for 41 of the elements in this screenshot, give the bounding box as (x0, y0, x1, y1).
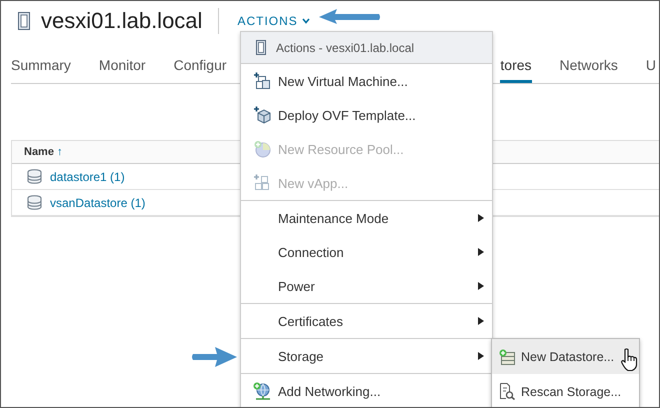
datastore-link[interactable]: datastore1 (1) (50, 170, 125, 184)
datastore-link[interactable]: vsanDatastore (1) (50, 196, 146, 210)
host-title: vesxi01.lab.local (41, 8, 202, 34)
submenu-arrow-icon (478, 248, 484, 256)
tab[interactable]: Networks (560, 41, 618, 83)
new-datastore-icon (499, 348, 515, 364)
network-globe-icon (253, 382, 271, 400)
new-vm-icon (253, 72, 271, 90)
tab[interactable]: U (646, 41, 656, 83)
submenu-arrow-icon (478, 214, 484, 222)
submenu-arrow-icon (478, 352, 484, 360)
submenu-item[interactable]: Power (241, 269, 492, 303)
submenu-item[interactable]: Maintenance Mode (241, 201, 492, 235)
submenu-arrow-icon (478, 317, 484, 325)
vapp-icon (253, 174, 271, 192)
submenu-arrow-icon (478, 282, 484, 290)
submenu-item[interactable]: Storage (241, 339, 492, 373)
menu-title: Actions - vesxi01.lab.local (276, 40, 414, 54)
tab[interactable]: Configur (174, 41, 227, 83)
submenu-option[interactable]: Rescan Storage... (492, 374, 639, 407)
rescan-icon (499, 383, 515, 400)
chevron-down-icon (302, 18, 310, 24)
tab[interactable]: Monitor (98, 41, 146, 83)
menu-item[interactable]: New Virtual Machine... (241, 64, 492, 98)
submenu-item[interactable]: Connection (241, 235, 492, 269)
submenu-item[interactable]: Certificates (241, 304, 492, 338)
arrow-icon (319, 8, 381, 24)
resource-pool-icon (253, 140, 271, 158)
cube-icon (253, 106, 271, 124)
submenu-option[interactable]: New Datastore... (492, 339, 639, 374)
tab[interactable]: Summary (11, 41, 71, 83)
actions-button[interactable]: ACTIONS (237, 14, 310, 28)
column-header[interactable]: Name ↑ (24, 146, 63, 158)
database-icon (27, 195, 42, 210)
tab[interactable]: tores (500, 41, 532, 83)
database-icon (27, 169, 42, 184)
host-icon (18, 12, 30, 30)
hand-cursor-icon (620, 348, 638, 372)
host-icon (256, 40, 266, 55)
menu-item[interactable]: Deploy OVF Template... (241, 98, 492, 132)
arrow-icon (191, 347, 237, 367)
